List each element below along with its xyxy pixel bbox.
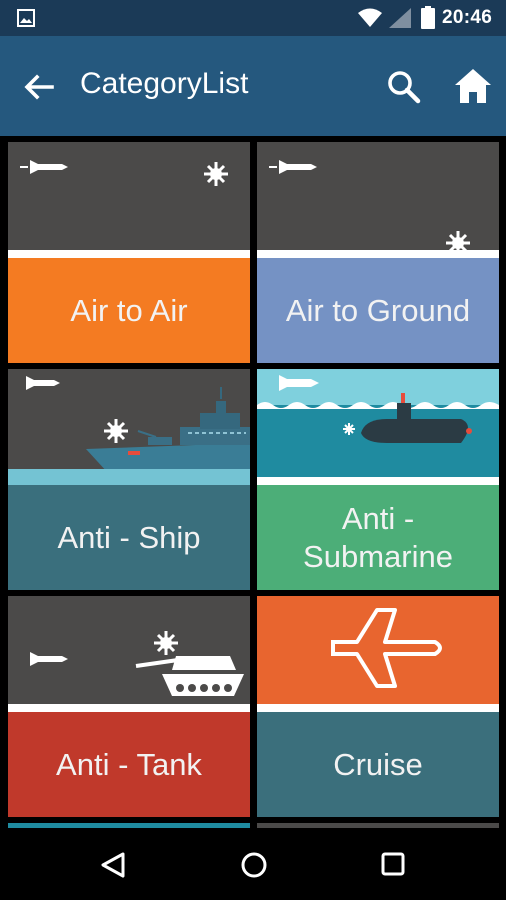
- category-card-anti-submarine[interactable]: Anti - Submarine: [257, 369, 499, 590]
- category-card-anti-ship[interactable]: Anti - Ship: [8, 369, 250, 590]
- back-arrow-icon[interactable]: [22, 70, 56, 104]
- explosion-icon: [154, 631, 178, 655]
- app-bar: CategoryList: [0, 36, 506, 136]
- category-card-air-to-ground[interactable]: Air to Ground: [257, 142, 499, 363]
- missile-icon: [269, 160, 317, 174]
- category-label: Anti - Ship: [8, 485, 250, 590]
- explosion-icon: [446, 231, 470, 250]
- anti-tank-illustration: [8, 596, 250, 704]
- status-bar: 20:46: [0, 0, 506, 36]
- cruise-missile-icon: [331, 608, 442, 688]
- nav-home-icon[interactable]: [240, 851, 268, 879]
- signal-icon: [389, 8, 411, 28]
- air-to-ground-illustration: [257, 142, 499, 250]
- home-icon[interactable]: [453, 67, 493, 105]
- category-label: Cruise: [257, 712, 499, 817]
- nav-recents-icon[interactable]: [380, 851, 406, 877]
- search-icon[interactable]: [385, 68, 423, 106]
- page-title: CategoryList: [80, 67, 249, 100]
- missile-icon: [30, 652, 68, 666]
- battery-icon: [421, 6, 435, 29]
- explosion-icon: [343, 423, 355, 435]
- category-label: Anti - Submarine: [257, 485, 499, 590]
- category-label: Air to Air: [8, 258, 250, 363]
- category-grid: Air to Air Air to Ground Anti - Ship Ant…: [0, 136, 506, 828]
- missile-icon: [26, 376, 60, 390]
- image-notification-icon: [17, 9, 35, 27]
- nav-back-icon[interactable]: [99, 851, 127, 879]
- category-card-cruise[interactable]: Cruise: [257, 596, 499, 817]
- tank-icon: [135, 656, 244, 696]
- anti-submarine-illustration: [257, 369, 499, 477]
- category-card-air-to-air[interactable]: Air to Air: [8, 142, 250, 363]
- status-clock: 20:46: [442, 7, 493, 28]
- anti-ship-illustration: [8, 369, 250, 477]
- category-card-anti-tank[interactable]: Anti - Tank: [8, 596, 250, 817]
- category-label: Air to Ground: [257, 258, 499, 363]
- wifi-icon: [358, 8, 382, 27]
- air-to-air-illustration: [8, 142, 250, 250]
- explosion-icon: [204, 162, 228, 186]
- explosion-icon: [104, 419, 128, 443]
- missile-icon: [20, 160, 68, 174]
- cruise-illustration: [257, 596, 499, 704]
- category-label: Anti - Tank: [8, 712, 250, 817]
- system-nav-bar: [0, 828, 506, 900]
